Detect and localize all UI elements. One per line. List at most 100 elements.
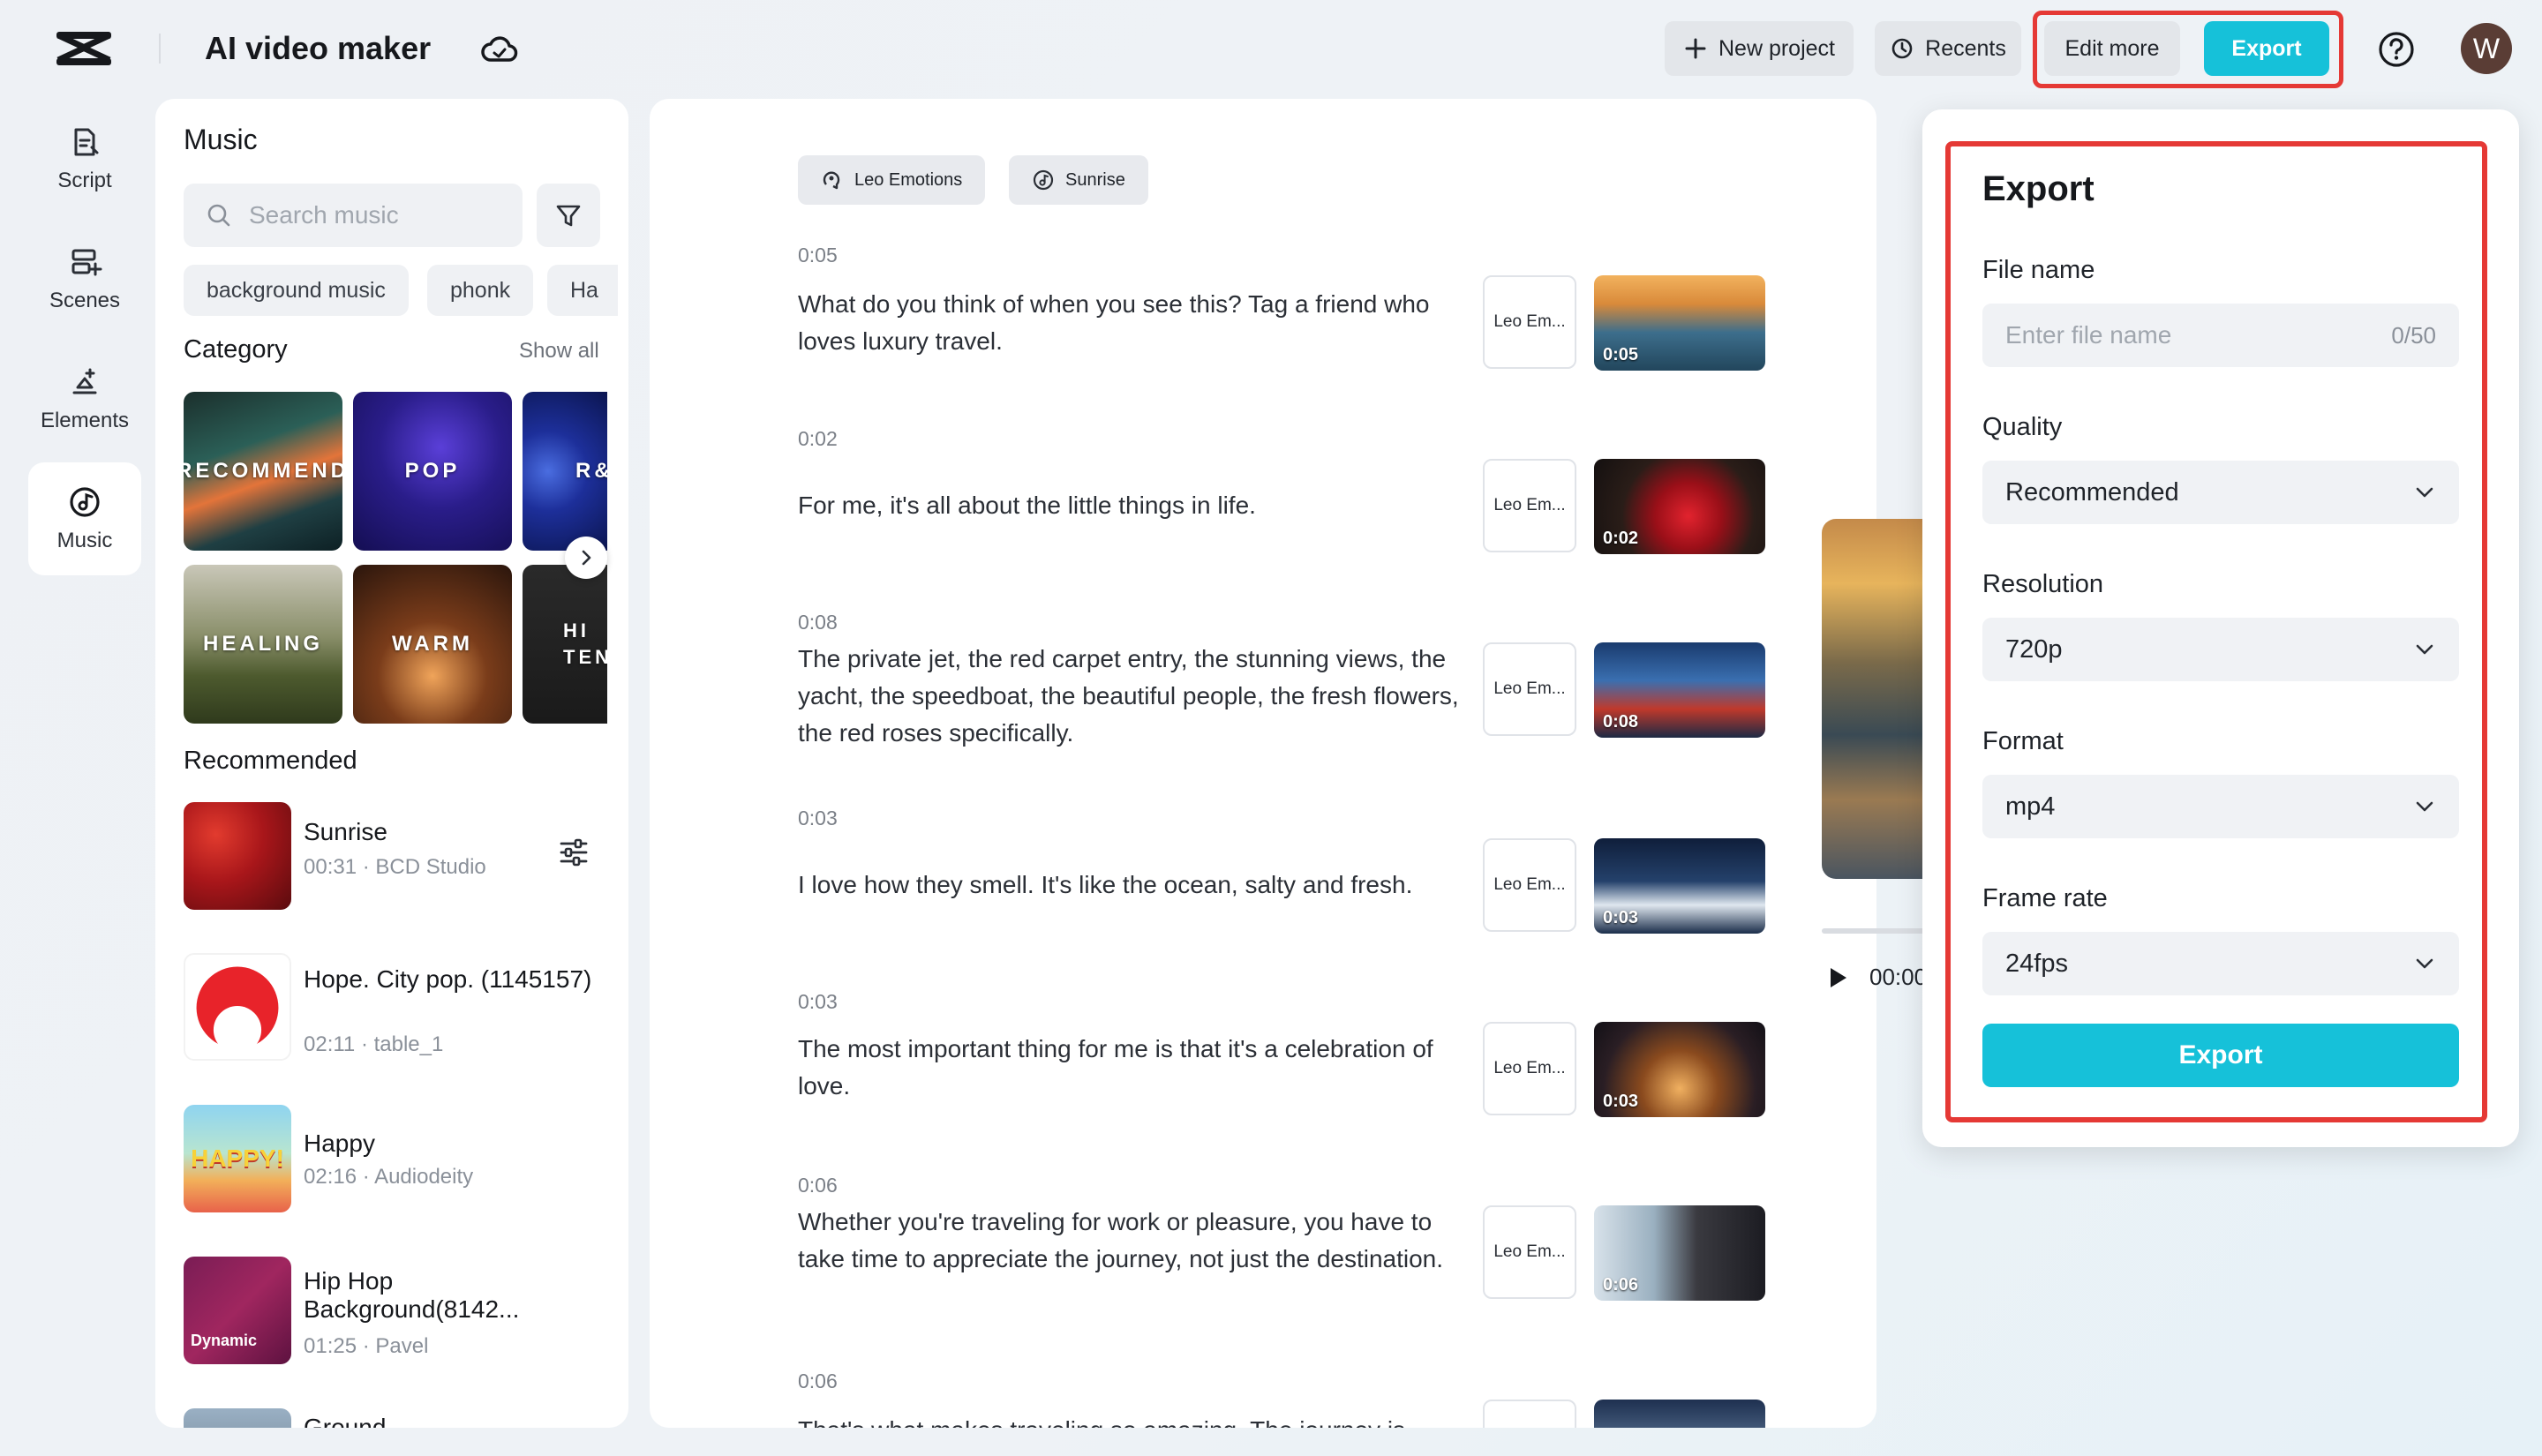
tag-chip[interactable]: Ha <box>547 265 618 316</box>
scene-text[interactable]: For me, it's all about the little things… <box>798 487 1469 524</box>
music-icon <box>1033 169 1054 191</box>
highlight-box-export-panel <box>1945 141 2487 1122</box>
tag-chip[interactable]: background music <box>184 265 409 316</box>
track-name: Happy <box>304 1130 375 1157</box>
scene-duration: 0:02 <box>1603 529 1639 548</box>
elements-icon <box>72 368 97 394</box>
rail-label: Elements <box>40 409 130 432</box>
track-meta: 01:25 · Pavel <box>304 1334 429 1358</box>
scene-text[interactable]: Whether you're traveling for work or ple… <box>798 1204 1469 1278</box>
scene-time: 0:08 <box>798 611 838 634</box>
scene-text[interactable]: The most important thing for me is that … <box>798 1031 1469 1105</box>
category-title: Category <box>184 335 288 364</box>
rail-label: Scenes <box>49 289 121 312</box>
capcut-logo-icon[interactable] <box>53 26 115 71</box>
play-icon[interactable] <box>1825 965 1850 990</box>
rail-item-music[interactable]: Music <box>28 462 141 575</box>
track-thumb-text: Dynamic <box>191 1332 258 1349</box>
scene-voice-button[interactable]: Leo Em... <box>1483 1022 1576 1115</box>
scene-duration: 0:03 <box>1603 908 1639 927</box>
rail-label: Music <box>56 529 113 552</box>
track-meta: 02:16 · Audiodeity <box>304 1165 474 1189</box>
scene-duration: 0:03 <box>1603 1092 1639 1111</box>
avatar[interactable]: W <box>2461 23 2512 74</box>
track-thumbnail <box>184 802 291 910</box>
scene-thumbnail[interactable]: 0:05 <box>1594 275 1765 371</box>
music-chip[interactable]: Sunrise <box>1009 155 1148 205</box>
scene-time: 0:03 <box>798 990 838 1013</box>
rail-label: Script <box>57 169 112 192</box>
scene-thumbnail[interactable]: 0:03 <box>1594 1022 1765 1117</box>
track-thumbnail <box>184 953 291 1061</box>
scene-thumbnail[interactable]: 0:02 <box>1594 459 1765 554</box>
preview-timeline[interactable] <box>1822 928 1928 934</box>
voice-chip[interactable]: Leo Emotions <box>798 155 986 205</box>
scene-thumbnail[interactable]: 0:08 <box>1594 642 1765 738</box>
scene-voice-button[interactable]: Leo Em... <box>1483 838 1576 932</box>
new-project-label: New project <box>1718 35 1835 61</box>
chevron-right-icon <box>582 550 591 566</box>
music-panel: Music background music phonk Ha Category… <box>155 99 628 1428</box>
scene-time: 0:02 <box>798 427 838 450</box>
rail-item-script[interactable]: Script <box>28 102 141 215</box>
scene-voice-button[interactable]: Leo Em... <box>1483 275 1576 369</box>
search-input[interactable] <box>249 201 514 229</box>
category-tile-hi-ten[interactable]: HI TEN <box>523 565 607 724</box>
search-box[interactable] <box>184 184 523 247</box>
category-tile-warm[interactable]: WARM <box>353 565 512 724</box>
recents-button[interactable]: Recents <box>1875 21 2021 76</box>
voice-icon <box>823 171 840 190</box>
category-tile-pop[interactable]: POP <box>353 392 512 551</box>
track-meta: 00:31 · BCD Studio <box>304 855 486 879</box>
scene-voice-button[interactable] <box>1483 1400 1576 1428</box>
scene-thumbnail[interactable] <box>1594 1400 1765 1428</box>
rail-item-scenes[interactable]: Scenes <box>28 222 141 335</box>
help-icon[interactable] <box>2377 30 2416 69</box>
category-tile-healing[interactable]: HEALING <box>184 565 342 724</box>
voice-chip-label: Leo Emotions <box>854 169 963 190</box>
scene-time: 0:06 <box>798 1174 838 1197</box>
scene-text[interactable]: That's what makes traveling so amazing. … <box>798 1412 1469 1428</box>
search-icon <box>207 204 230 227</box>
music-icon <box>70 487 100 517</box>
scene-voice-button[interactable]: Leo Em... <box>1483 1205 1576 1299</box>
scene-duration: 0:08 <box>1603 712 1639 732</box>
adjust-icon[interactable] <box>556 835 591 870</box>
cloud-icon[interactable] <box>480 32 519 67</box>
app-title: AI video maker <box>205 30 432 66</box>
track-item[interactable]: HAPPY! Happy 02:16 · Audiodeity <box>184 1105 616 1214</box>
scene-text[interactable]: The private jet, the red carpet entry, t… <box>798 641 1469 752</box>
filter-button[interactable] <box>537 184 600 247</box>
preview-time: 00:00 <box>1869 964 1928 990</box>
scene-thumbnail[interactable]: 0:06 <box>1594 1205 1765 1301</box>
new-project-button[interactable]: New project <box>1665 21 1854 76</box>
script-icon <box>74 128 99 156</box>
scene-time: 0:06 <box>798 1370 838 1392</box>
scene-time: 0:03 <box>798 807 838 829</box>
category-next-button[interactable] <box>565 537 607 579</box>
scene-duration: 0:05 <box>1603 345 1639 364</box>
track-item[interactable]: Sunrise 00:31 · BCD Studio <box>184 802 616 912</box>
tag-chip[interactable]: phonk <box>427 265 534 316</box>
scene-voice-button[interactable]: Leo Em... <box>1483 642 1576 736</box>
category-tile-rnb[interactable]: R& <box>523 392 607 551</box>
track-thumbnail: Dynamic <box>184 1257 291 1364</box>
scene-time: 0:05 <box>798 244 838 266</box>
scene-text[interactable]: I love how they smell. It's like the oce… <box>798 867 1469 904</box>
scene-text[interactable]: What do you think of when you see this? … <box>798 286 1469 360</box>
track-meta: 02:11 · table_1 <box>304 1032 444 1056</box>
category-tile-recommend[interactable]: RECOMMEND <box>184 392 342 551</box>
script-panel: Leo Emotions Sunrise 0:05 What do you th… <box>650 99 1876 1428</box>
track-thumbnail: HAPPY! <box>184 1105 291 1212</box>
scene-voice-button[interactable]: Leo Em... <box>1483 459 1576 552</box>
track-item[interactable]: Hope. City pop. (1145157) 02:11 · table_… <box>184 953 616 1062</box>
rail-item-elements[interactable]: Elements <box>28 342 141 455</box>
filter-icon <box>556 205 581 227</box>
music-panel-title: Music <box>184 124 258 155</box>
scene-duration: 0:06 <box>1603 1275 1639 1295</box>
track-item[interactable]: Ground... <box>184 1408 616 1428</box>
scene-thumbnail[interactable]: 0:03 <box>1594 838 1765 934</box>
track-item[interactable]: Dynamic Hip Hop Background(8142... 01:25… <box>184 1257 616 1366</box>
track-name: Hope. City pop. (1145157) <box>304 965 592 993</box>
show-all-link[interactable]: Show all <box>519 339 599 364</box>
